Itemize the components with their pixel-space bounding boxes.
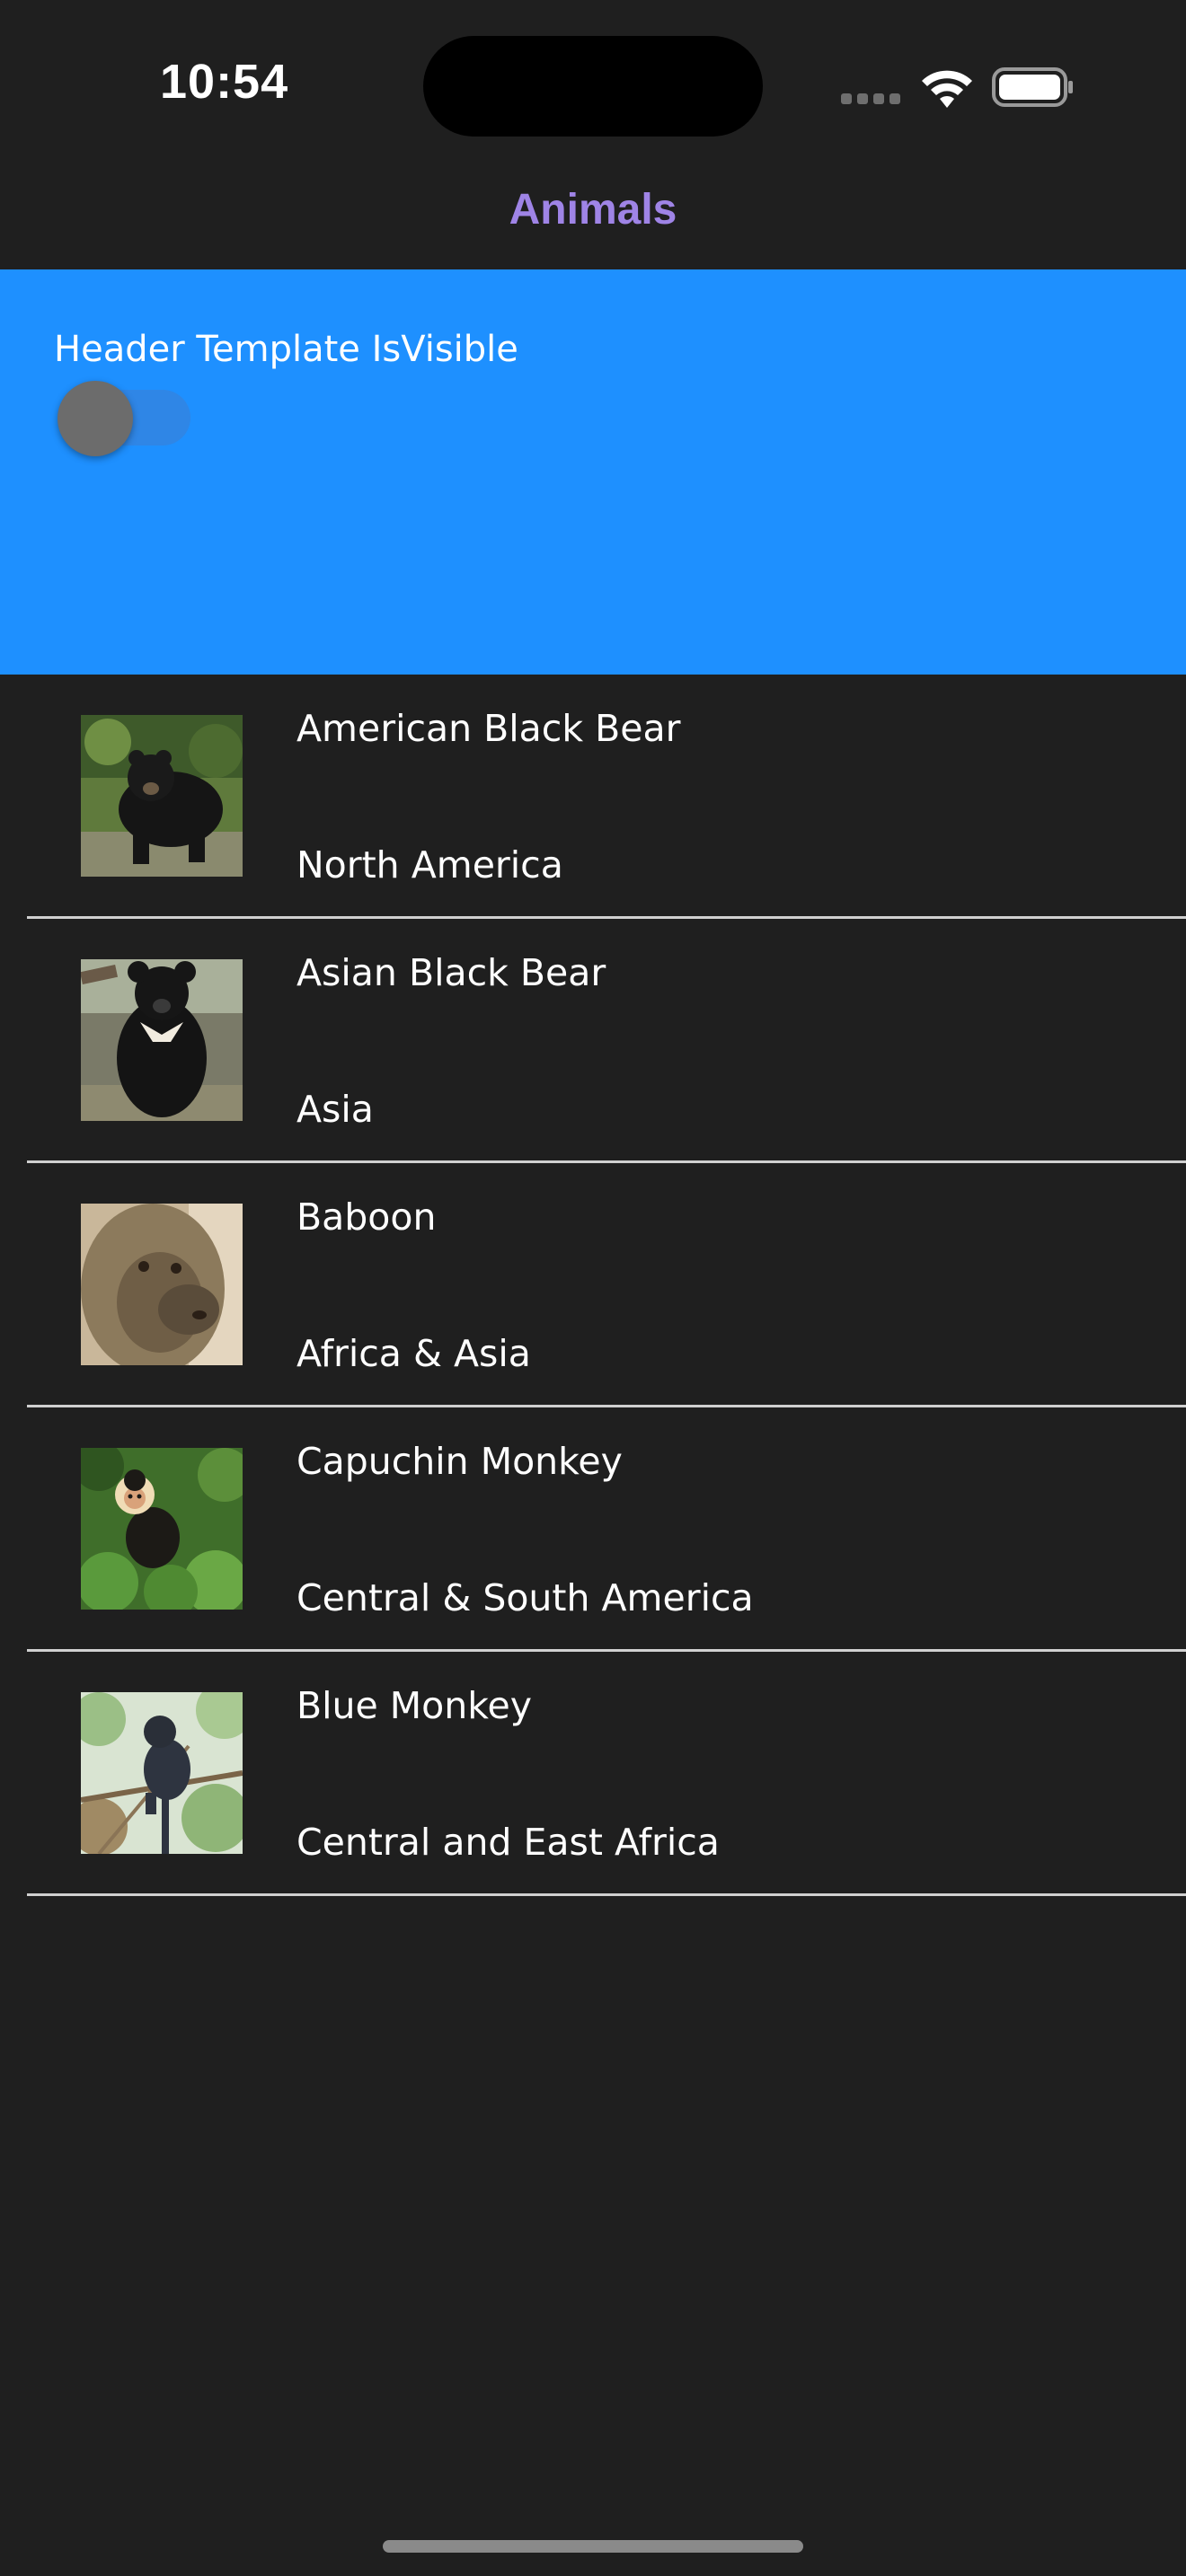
dynamic-island [423, 36, 763, 137]
list-header: Header Template IsVisible [0, 269, 1186, 675]
animal-location: North America [296, 843, 563, 887]
asian-black-bear-photo [81, 959, 243, 1121]
cellular-signal-icon [841, 93, 900, 104]
animal-name: Baboon [296, 1195, 437, 1239]
header-visibility-label: Header Template IsVisible [54, 329, 518, 370]
row-divider [27, 1893, 1186, 1896]
capuchin-monkey-photo [81, 1448, 243, 1610]
toggle-knob [58, 381, 133, 456]
page-title: Animals [509, 186, 677, 234]
list-item[interactable]: Asian Black Bear Asia [0, 919, 1186, 1163]
list-item[interactable]: Blue Monkey Central and East Africa [0, 1652, 1186, 1896]
header-visibility-toggle[interactable] [54, 375, 190, 460]
animal-name: American Black Bear [296, 707, 681, 750]
animal-location: Asia [296, 1088, 374, 1131]
animal-list[interactable]: American Black Bear North America Asian … [0, 675, 1186, 1896]
animal-name: Capuchin Monkey [296, 1440, 623, 1483]
navigation-bar: Animals [0, 171, 1186, 269]
animal-location: Central and East Africa [296, 1821, 720, 1864]
battery-icon [992, 67, 1073, 107]
blue-monkey-photo [81, 1692, 243, 1854]
status-time: 10:54 [160, 55, 289, 109]
list-item[interactable]: Capuchin Monkey Central & South America [0, 1407, 1186, 1652]
wifi-icon [922, 70, 972, 108]
list-item[interactable]: American Black Bear North America [0, 675, 1186, 919]
animal-name: Blue Monkey [296, 1684, 532, 1727]
animal-location: Central & South America [296, 1576, 754, 1619]
status-bar: 10:54 [0, 0, 1186, 171]
home-indicator[interactable] [383, 2540, 803, 2553]
american-black-bear-photo [81, 715, 243, 877]
animal-name: Asian Black Bear [296, 951, 606, 994]
list-item[interactable]: Baboon Africa & Asia [0, 1163, 1186, 1407]
baboon-photo [81, 1204, 243, 1365]
animal-location: Africa & Asia [296, 1332, 531, 1375]
